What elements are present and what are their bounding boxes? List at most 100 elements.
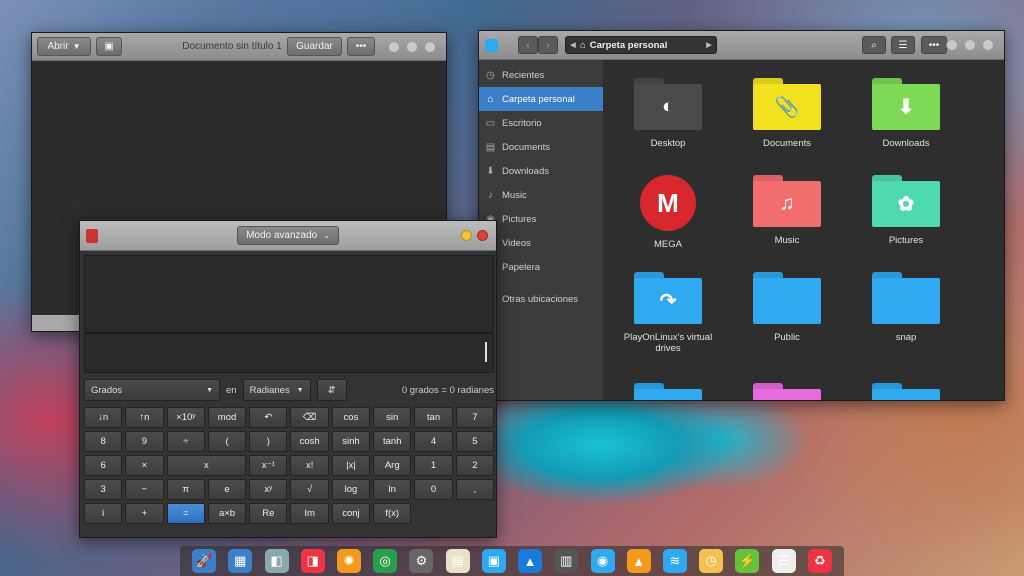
sidebar-item-music[interactable]: ♪ Music — [479, 183, 603, 207]
minimize-button[interactable] — [946, 39, 958, 51]
angle-unit-select[interactable]: Grados ▼ — [84, 379, 220, 401]
minimize-button[interactable] — [388, 40, 400, 53]
sidebar-item-pictures[interactable]: ◉ Pictures — [479, 207, 603, 231]
calc-key[interactable]: mod — [207, 407, 247, 428]
calc-key[interactable]: ( — [207, 431, 247, 452]
input-display[interactable] — [84, 333, 494, 373]
back-button[interactable]: ‹ — [518, 36, 538, 54]
appstore-icon[interactable]: ▲ — [518, 549, 543, 573]
notes-icon[interactable]: ▤ — [445, 549, 470, 573]
settings-icon[interactable]: ⚙ — [409, 549, 434, 573]
calc-key[interactable]: Im — [290, 503, 329, 524]
sidebar-item-escritorio[interactable]: ▭ Escritorio — [479, 111, 603, 135]
file-item[interactable]: 📎 Documents — [732, 78, 842, 149]
menu-button[interactable]: ••• — [347, 37, 375, 56]
calc-key[interactable]: 8 — [84, 431, 123, 452]
files-menu-button[interactable]: ••• — [921, 36, 947, 54]
calc-key[interactable]: π — [166, 479, 205, 500]
calc-key[interactable]: tanh — [373, 431, 412, 452]
view-toggle-button[interactable]: ☰ — [891, 36, 915, 54]
close-button[interactable] — [424, 40, 436, 53]
calc-key[interactable]: 1 — [414, 455, 453, 476]
calc-key[interactable]: 0 — [414, 479, 453, 500]
file-item[interactable]: snap — [851, 272, 961, 343]
calc-key[interactable]: ↑n — [125, 407, 164, 428]
path-segment[interactable]: Carpeta personal — [590, 40, 668, 51]
search-button[interactable]: ⌕ — [862, 36, 886, 54]
launcher-icon[interactable]: 🚀 — [192, 549, 217, 573]
file-item[interactable] — [732, 383, 842, 400]
calc-key[interactable]: ↶ — [249, 407, 288, 428]
open-button[interactable]: Abrir ▼ — [37, 37, 91, 56]
calc-key[interactable]: ⌫ — [290, 407, 329, 428]
calc-key[interactable]: ln — [373, 479, 412, 500]
mode-selector[interactable]: Modo avanzado ⌄ — [237, 226, 339, 245]
calc-key[interactable]: , — [455, 479, 494, 500]
target-unit-select[interactable]: Radianes ▼ — [242, 379, 311, 401]
calc-key[interactable]: tan — [414, 407, 453, 428]
calc-key[interactable]: xʸ — [249, 479, 288, 500]
calc-key[interactable]: √ — [290, 479, 329, 500]
calculator-icon[interactable]: ▥ — [554, 549, 579, 573]
swap-units-button[interactable]: ⇵ — [316, 379, 347, 401]
calc-key[interactable]: Re — [249, 503, 288, 524]
screenshot-icon[interactable]: ◧ — [264, 549, 289, 573]
calc-key[interactable]: i — [84, 503, 123, 524]
file-item[interactable] — [613, 383, 723, 400]
orange-icon[interactable]: ✺ — [336, 549, 361, 573]
calc-key[interactable]: 9 — [125, 431, 164, 452]
calc-key[interactable]: Arg — [373, 455, 412, 476]
calc-key[interactable]: + — [125, 503, 164, 524]
sidebar-item-videos[interactable]: ▶Videos — [479, 231, 603, 255]
file-item[interactable]: ⬇ Downloads — [851, 78, 961, 149]
calc-key[interactable]: ×10ʸ — [166, 407, 205, 428]
mixer-icon[interactable]: ☰ — [771, 549, 796, 573]
chrome-icon[interactable]: ◎ — [373, 549, 398, 573]
minimize-button[interactable] — [461, 230, 472, 241]
calc-key[interactable]: 2 — [455, 455, 494, 476]
calc-key[interactable]: x⁻¹ — [249, 455, 288, 476]
close-button[interactable] — [982, 39, 994, 51]
forward-button[interactable]: › — [538, 36, 558, 54]
calc-key[interactable]: ↓n — [84, 407, 123, 428]
caret-left-icon[interactable]: ◀ — [566, 41, 580, 49]
files-titlebar[interactable]: ‹ › ◀ ⌂ Carpeta personal ▶ ⌕ ☰ ••• — [479, 31, 1004, 60]
calc-key[interactable]: f(x) — [373, 503, 412, 524]
finder-icon[interactable]: ◨ — [300, 549, 325, 573]
calc-key[interactable]: = — [166, 503, 205, 524]
calc-titlebar[interactable]: Modo avanzado ⌄ — [80, 221, 496, 251]
file-item[interactable]: ♫ Music — [732, 175, 842, 246]
file-item[interactable]: ↷ PlayOnLinux's virtual drives — [613, 272, 723, 354]
file-item[interactable]: ◐ Desktop — [613, 78, 723, 149]
calc-key[interactable]: 3 — [84, 479, 123, 500]
path-bar[interactable]: ◀ ⌂ Carpeta personal ▶ — [565, 36, 717, 54]
file-item[interactable]: M MEGA — [613, 175, 723, 250]
clock-icon[interactable]: ◷ — [699, 549, 724, 573]
calc-key[interactable]: 6 — [84, 455, 123, 476]
vlc-icon[interactable]: ▲ — [626, 549, 651, 573]
multitask-icon[interactable]: ▦ — [228, 549, 253, 573]
file-item[interactable]: ✿ Pictures — [851, 175, 961, 246]
record-icon[interactable]: ◉ — [590, 549, 615, 573]
new-document-button[interactable]: ▣ — [96, 37, 122, 56]
maximize-button[interactable] — [406, 40, 418, 53]
files-icon[interactable]: ▣ — [481, 549, 506, 573]
calc-key[interactable]: sin — [373, 407, 412, 428]
calc-key[interactable]: 7 — [455, 407, 494, 428]
calc-key[interactable]: |x| — [331, 455, 371, 476]
calc-key[interactable]: log — [331, 479, 371, 500]
calc-key[interactable]: sinh — [331, 431, 371, 452]
calc-key[interactable]: 5 — [455, 431, 494, 452]
editor-titlebar[interactable]: Abrir ▼ ▣ Documento sin título 1 Guardar… — [32, 33, 446, 61]
sidebar-item-downloads[interactable]: ⬇ Downloads — [479, 159, 603, 183]
calc-key[interactable]: × — [125, 455, 164, 476]
file-item[interactable] — [851, 383, 961, 400]
power-icon[interactable]: ⚡ — [735, 549, 760, 573]
sidebar-item-papelera[interactable]: 🗑Papelera — [479, 255, 603, 279]
calc-key[interactable]: conj — [331, 503, 371, 524]
save-button[interactable]: Guardar — [287, 37, 342, 56]
file-item[interactable]: Public — [732, 272, 842, 343]
calc-key[interactable]: x! — [290, 455, 329, 476]
calc-key[interactable]: cosh — [290, 431, 329, 452]
calc-key[interactable]: cos — [331, 407, 371, 428]
